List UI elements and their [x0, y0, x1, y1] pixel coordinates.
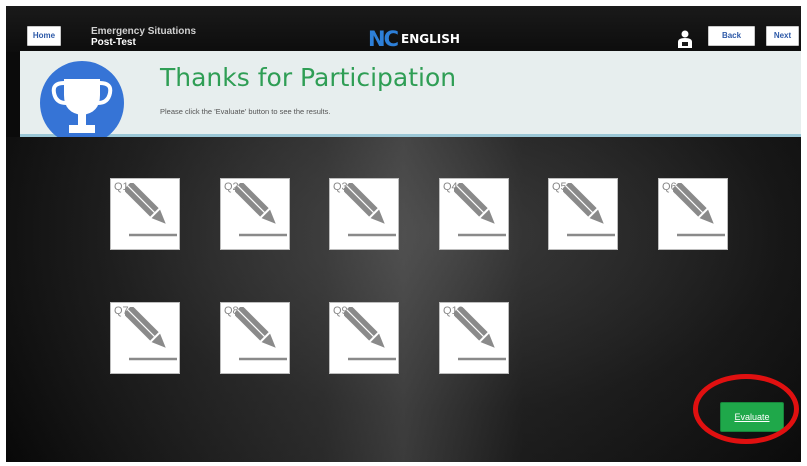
home-button[interactable]: Home	[27, 26, 61, 46]
question-card-7[interactable]: Q7	[110, 302, 180, 374]
back-button[interactable]: Back	[708, 26, 755, 46]
trophy-icon	[51, 79, 113, 133]
pencil-icon	[125, 307, 177, 361]
highlight-ring	[693, 374, 799, 444]
pencil-icon	[125, 183, 177, 237]
user-icon[interactable]	[677, 30, 693, 48]
pencil-icon	[344, 307, 396, 361]
trophy-badge	[40, 61, 124, 145]
banner-instructions: Please click the 'Evaluate' button to se…	[160, 107, 331, 116]
question-card-9[interactable]: Q9	[329, 302, 399, 374]
banner-title: Thanks for Participation	[160, 63, 457, 92]
question-card-5[interactable]: Q5	[548, 178, 618, 250]
question-card-8[interactable]: Q8	[220, 302, 290, 374]
pencil-icon	[454, 307, 506, 361]
pencil-icon	[673, 183, 725, 237]
course-subtitle: Post-Test	[91, 37, 136, 48]
question-card-2[interactable]: Q2	[220, 178, 290, 250]
pencil-icon	[344, 183, 396, 237]
question-card-10[interactable]: Q10	[439, 302, 509, 374]
logo-mark: NC	[368, 27, 399, 51]
result-banner: Thanks for Participation Please click th…	[20, 51, 801, 145]
question-card-1[interactable]: Q1	[110, 178, 180, 250]
pencil-icon	[235, 307, 287, 361]
pencil-icon	[235, 183, 287, 237]
logo-text: ENGLISH	[401, 32, 460, 46]
question-card-3[interactable]: Q3	[329, 178, 399, 250]
pencil-icon	[454, 183, 506, 237]
logo: NC ENGLISH	[368, 27, 460, 51]
question-card-4[interactable]: Q4	[439, 178, 509, 250]
next-button[interactable]: Next	[766, 26, 799, 46]
top-bar: Home Emergency Situations Post-Test NC E…	[6, 6, 801, 52]
question-card-6[interactable]: Q6	[658, 178, 728, 250]
app-frame: Home Emergency Situations Post-Test NC E…	[6, 6, 801, 462]
course-title: Emergency Situations	[91, 26, 197, 37]
pencil-icon	[563, 183, 615, 237]
